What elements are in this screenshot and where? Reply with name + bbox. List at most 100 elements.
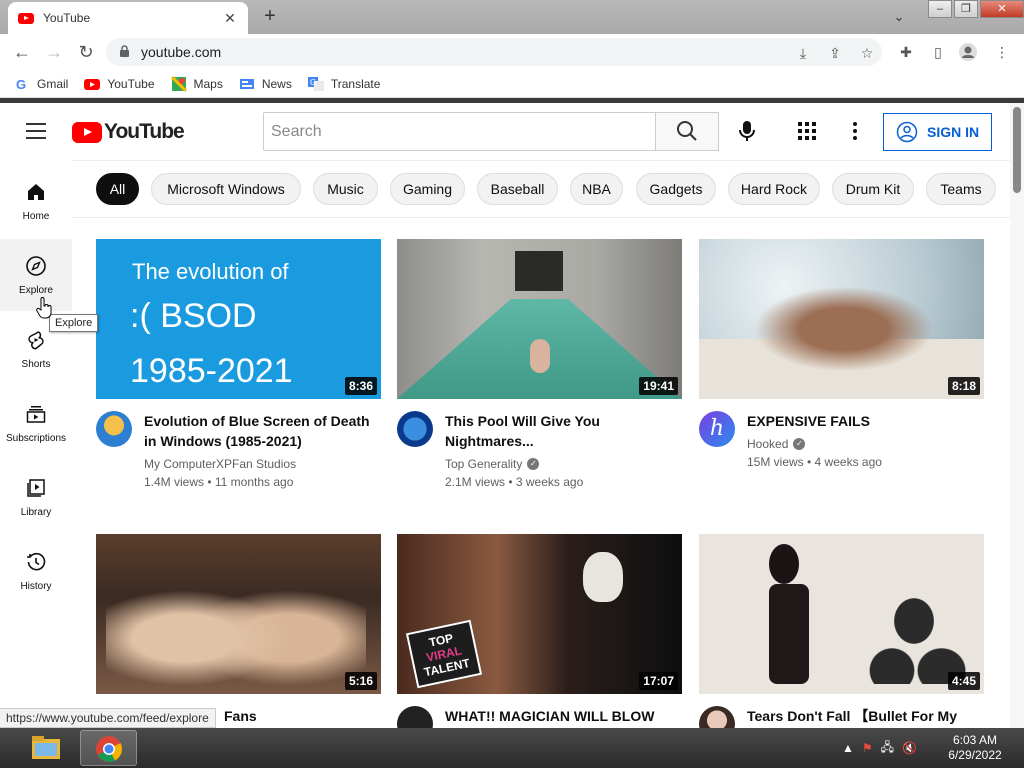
chip-music[interactable]: Music xyxy=(313,173,378,205)
volume-muted-icon[interactable]: 🔇 xyxy=(902,741,917,755)
thumbnail-drumkit xyxy=(859,594,969,684)
search-input[interactable] xyxy=(264,113,656,150)
channel-avatar[interactable] xyxy=(699,706,735,728)
maps-icon xyxy=(170,75,187,92)
video-card[interactable]: 4:45 Tears Don't Fall 【Bullet For My xyxy=(699,534,984,728)
video-card[interactable]: 8:18 h EXPENSIVE FAILS Hooked ✓ 15M views… xyxy=(699,239,984,489)
video-card[interactable]: 5:16 Fans xyxy=(96,534,381,728)
verified-check-icon: ✓ xyxy=(527,458,540,470)
bookmark-star-icon[interactable]: ☆ xyxy=(858,44,876,62)
video-thumbnail[interactable]: The evolution of :( BSOD 1985-2021 8:36 xyxy=(96,239,381,399)
apps-grid-icon xyxy=(798,122,816,140)
chip-microsoft-windows[interactable]: Microsoft Windows xyxy=(151,173,301,205)
chip-teams[interactable]: Teams xyxy=(926,173,996,205)
sidebar-item-history[interactable]: History xyxy=(0,535,72,607)
bookmark-label: News xyxy=(261,76,292,91)
voice-search-button[interactable] xyxy=(733,117,761,145)
reload-icon[interactable]: ↻ xyxy=(74,40,98,64)
duration-badge: 8:18 xyxy=(947,377,980,395)
youtube-header: YouTube Search SIGN IN xyxy=(0,103,1010,159)
bookmark-news[interactable]: News xyxy=(239,76,292,92)
video-title[interactable]: This Pool Will Give You Nightmares... xyxy=(445,411,675,451)
tray-expand-icon[interactable]: ▲ xyxy=(842,741,854,755)
chip-drum-kit[interactable]: Drum Kit xyxy=(832,173,914,205)
shorts-icon xyxy=(28,331,44,350)
taskbar-chrome-button[interactable] xyxy=(80,730,137,766)
sidebar-item-home[interactable]: Home xyxy=(0,165,72,237)
duration-badge: 5:16 xyxy=(344,672,377,690)
bookmark-youtube[interactable]: YouTube xyxy=(84,76,155,92)
video-title[interactable]: Tears Don't Fall 【Bullet For My xyxy=(747,706,977,726)
chip-bar: All Microsoft Windows Music Gaming Baseb… xyxy=(72,160,1010,218)
svg-text:G: G xyxy=(310,78,316,87)
video-title[interactable]: Evolution of Blue Screen of Death in Win… xyxy=(144,411,374,451)
network-icon[interactable]: 🖧 xyxy=(881,738,894,759)
thumbnail-swimmer xyxy=(530,339,550,373)
video-card[interactable]: The evolution of :( BSOD 1985-2021 8:36 … xyxy=(96,239,381,489)
video-card[interactable]: 19:41 This Pool Will Give You Nightmares… xyxy=(397,239,682,489)
close-window-button[interactable]: ✕ xyxy=(980,0,1024,18)
profile-avatar-icon[interactable] xyxy=(958,42,978,62)
chip-baseball[interactable]: Baseball xyxy=(477,173,558,205)
new-tab-button[interactable]: + xyxy=(258,4,282,28)
video-thumbnail[interactable]: 4:45 xyxy=(699,534,984,694)
sidebar-item-subscriptions[interactable]: Subscriptions xyxy=(0,387,72,459)
chrome-menu-icon[interactable]: ⋮ xyxy=(992,42,1012,62)
chip-hard-rock[interactable]: Hard Rock xyxy=(728,173,820,205)
tab-search-chevron-icon[interactable]: ⌄ xyxy=(888,6,910,28)
chip-nba[interactable]: NBA xyxy=(570,173,623,205)
back-arrow-icon[interactable]: ← xyxy=(10,40,34,64)
settings-more-button[interactable] xyxy=(844,120,866,142)
forward-arrow-icon[interactable]: → xyxy=(42,40,66,64)
video-title[interactable]: EXPENSIVE FAILS xyxy=(747,411,977,431)
channel-name[interactable]: Hooked ✓ xyxy=(747,437,806,451)
video-thumbnail[interactable]: 19:41 xyxy=(397,239,682,399)
chip-gaming[interactable]: Gaming xyxy=(390,173,465,205)
youtube-page: YouTube Search SIGN IN All Microsoft Win… xyxy=(0,103,1024,728)
channel-avatar[interactable]: h xyxy=(699,411,735,447)
chrome-icon xyxy=(96,736,122,762)
action-center-flag-icon[interactable]: ⚑ xyxy=(862,741,873,755)
youtube-logo[interactable]: YouTube xyxy=(72,120,185,144)
address-bar[interactable]: youtube.com ⤓ ⇪ ☆ xyxy=(106,38,882,66)
restore-button[interactable]: ❐ xyxy=(954,0,978,18)
video-card[interactable]: TOP VIRAL TALENT 17:07 WHAT!! MAGICIAN W… xyxy=(397,534,682,728)
chip-all[interactable]: All xyxy=(96,173,139,205)
extensions-puzzle-icon[interactable]: ✚ xyxy=(896,42,916,62)
side-panel-icon[interactable]: ▯ xyxy=(928,42,948,62)
install-app-icon[interactable]: ⤓ xyxy=(794,44,812,62)
video-thumbnail[interactable]: TOP VIRAL TALENT 17:07 xyxy=(397,534,682,694)
video-title[interactable]: WHAT!! MAGICIAN WILL BLOW xyxy=(445,706,675,726)
channel-name[interactable]: Top Generality ✓ xyxy=(445,457,540,471)
video-thumbnail[interactable]: 5:16 xyxy=(96,534,381,694)
sidebar-item-library[interactable]: Library xyxy=(0,461,72,533)
bookmark-translate[interactable]: G Translate xyxy=(307,76,380,92)
channel-avatar[interactable] xyxy=(96,411,132,447)
minimize-button[interactable]: – xyxy=(928,0,952,18)
video-thumbnail[interactable]: 8:18 xyxy=(699,239,984,399)
news-icon xyxy=(239,78,254,89)
bookmark-gmail[interactable]: G Gmail xyxy=(14,76,68,92)
file-explorer-icon[interactable] xyxy=(24,731,68,765)
thumbnail-drummer-body xyxy=(769,584,809,684)
thumbnail-text: :( BSOD xyxy=(130,297,257,335)
scrollbar-thumb[interactable] xyxy=(1013,107,1021,193)
taskbar-clock[interactable]: 6:03 AM 6/29/2022 xyxy=(940,733,1010,763)
page-scrollbar[interactable] xyxy=(1010,103,1024,728)
chip-gadgets[interactable]: Gadgets xyxy=(636,173,716,205)
channel-avatar[interactable] xyxy=(397,411,433,447)
search-button[interactable] xyxy=(655,112,719,151)
bookmark-maps[interactable]: Maps xyxy=(170,75,223,92)
hamburger-menu-icon[interactable] xyxy=(26,123,46,139)
clock-date: 6/29/2022 xyxy=(948,748,1002,762)
windows-taskbar: ▲ ⚑ 🖧 🔇 6:03 AM 6/29/2022 xyxy=(0,728,1024,768)
channel-avatar[interactable] xyxy=(397,706,433,728)
tab-close-icon[interactable]: ✕ xyxy=(222,10,238,27)
thumbnail-people xyxy=(739,279,949,379)
channel-name[interactable]: My ComputerXPFan Studios xyxy=(144,457,296,471)
browser-tab-youtube[interactable]: YouTube ✕ xyxy=(8,2,248,34)
explore-tooltip: Explore xyxy=(49,314,99,332)
share-icon[interactable]: ⇪ xyxy=(826,44,844,62)
sign-in-button[interactable]: SIGN IN xyxy=(883,113,992,151)
youtube-apps-button[interactable] xyxy=(796,120,818,142)
